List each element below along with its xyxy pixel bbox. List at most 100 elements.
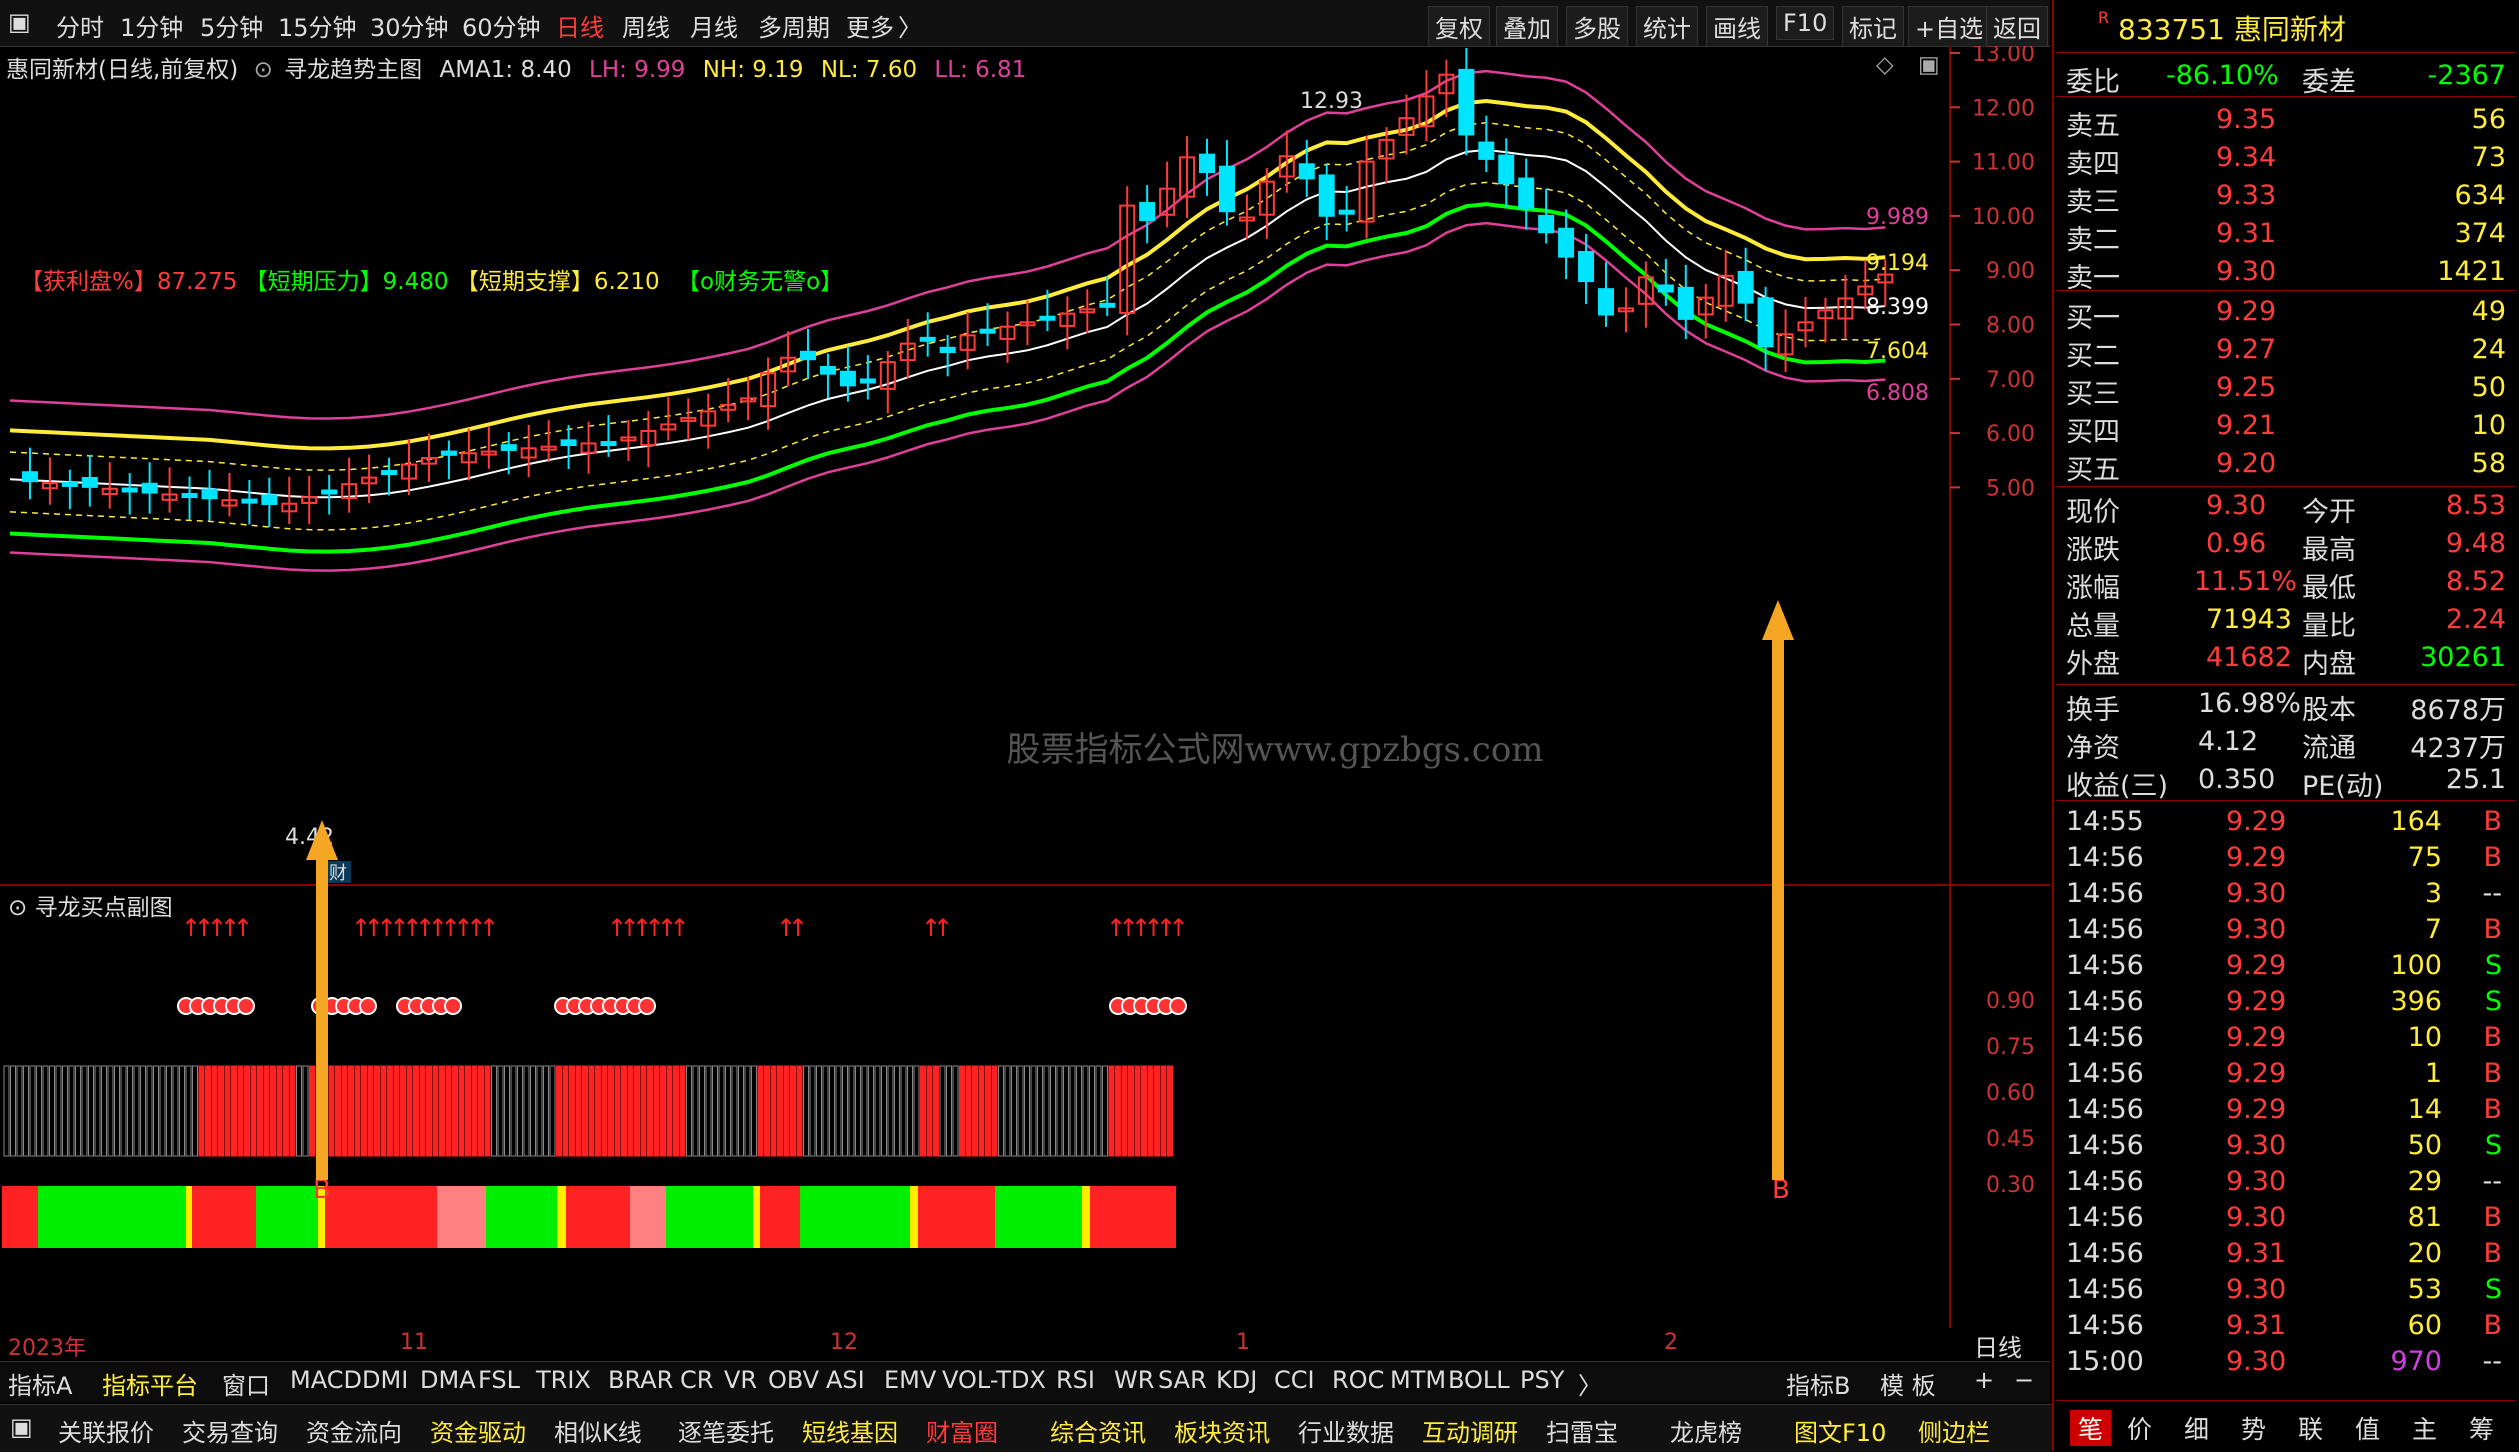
candle-body — [241, 498, 258, 504]
indicator-tab[interactable]: VOL-TDX — [942, 1366, 1046, 1394]
quote-panel-tab[interactable]: 联 — [2298, 1410, 2323, 1446]
back-button[interactable]: 返回 — [1986, 6, 2048, 47]
period-weekly[interactable]: 周线 — [622, 8, 670, 43]
add-watchlist-button[interactable]: +自选 — [1908, 6, 1991, 47]
function-tab[interactable]: 龙虎榜 — [1670, 1413, 1742, 1448]
period-30min[interactable]: 30分钟 — [370, 8, 449, 43]
indicator-tab[interactable]: VR — [724, 1366, 757, 1394]
quote-panel-tab[interactable]: 细 — [2184, 1410, 2209, 1446]
window-menu-icon[interactable]: ▣ — [8, 8, 31, 36]
overlay-button[interactable]: 叠加 — [1496, 6, 1558, 47]
indicator-tab[interactable]: OBV — [768, 1366, 819, 1394]
function-tab[interactable]: 交易查询 — [182, 1413, 278, 1448]
quote-panel-tab[interactable]: 筹 — [2469, 1410, 2494, 1446]
function-tab[interactable]: 关联报价 — [58, 1413, 154, 1448]
tick-time: 15:00 — [2066, 1346, 2144, 1377]
bid-label: 买五 — [2066, 455, 2120, 486]
function-tab[interactable]: 板块资讯 — [1174, 1413, 1270, 1448]
signal-bar — [491, 1065, 497, 1157]
signal-bar — [1160, 1065, 1167, 1157]
function-tab[interactable]: 资金驱动 — [430, 1413, 526, 1448]
signal-bar — [140, 1065, 146, 1157]
draw-line-button[interactable]: 画线 — [1706, 6, 1768, 47]
tick-volume: 1 — [2424, 1058, 2442, 1089]
function-tab[interactable]: 资金流向 — [306, 1413, 402, 1448]
indicator-tab[interactable]: FSL — [478, 1366, 520, 1394]
period-monthly[interactable]: 月线 — [690, 8, 738, 43]
multi-stock-button[interactable]: 多股 — [1566, 6, 1628, 47]
indicator-tab[interactable]: ROC — [1332, 1366, 1384, 1394]
indicator-tab[interactable]: 指标平台 — [102, 1366, 198, 1401]
menu-icon[interactable]: ▣ — [10, 1413, 33, 1441]
indicator-tab[interactable]: BOLL — [1448, 1366, 1510, 1394]
indicator-tab[interactable]: MACD — [290, 1366, 362, 1394]
signal-bar — [185, 1065, 192, 1157]
indicator-tab[interactable]: 指标B — [1786, 1366, 1850, 1401]
candle-body — [121, 487, 138, 493]
indicator-tab[interactable]: 模 板 — [1880, 1366, 1936, 1401]
indicator-tab[interactable]: KDJ — [1216, 1366, 1257, 1394]
signal-bar — [237, 1065, 244, 1157]
signal-bar — [62, 1065, 68, 1157]
period-multi[interactable]: 多周期 — [758, 8, 830, 43]
signal-bar — [23, 1065, 29, 1157]
period-15min[interactable]: 15分钟 — [278, 8, 357, 43]
period-fenshi[interactable]: 分时 — [56, 8, 104, 43]
indicator-tab[interactable]: DMA — [420, 1366, 476, 1394]
period-daily[interactable]: 日线 — [556, 8, 604, 43]
indicator-tab[interactable]: 〉 — [1578, 1366, 1602, 1401]
period-more[interactable]: 更多 — [846, 8, 894, 43]
trend-color-strip — [557, 1186, 566, 1248]
candlestick-chart[interactable]: 13.00 12.00 11.00 10.00 9.00 8.00 7.00 6.00 5.00… — [0, 46, 2050, 886]
watermark: 股票指标公式网www.gpzbgs.com — [1006, 730, 1543, 770]
indicator-tab[interactable]: 窗口 — [222, 1366, 270, 1401]
quote-panel-tab[interactable]: 势 — [2241, 1410, 2266, 1446]
indicator-tab[interactable]: MTM — [1390, 1366, 1446, 1394]
indicator-tab[interactable]: ASI — [826, 1366, 865, 1394]
signal-bar — [205, 1065, 211, 1157]
indicator-tab[interactable]: − — [2014, 1366, 2034, 1394]
mark-button[interactable]: 标记 — [1842, 6, 1904, 47]
indicator-tab[interactable]: BRAR — [608, 1366, 673, 1394]
cai-badge[interactable]: 财 — [329, 863, 347, 884]
quote-panel-tab[interactable]: 笔 — [2070, 1410, 2112, 1446]
function-tab[interactable]: 财富圈 — [926, 1413, 998, 1448]
quote-panel-tab[interactable]: 值 — [2355, 1410, 2380, 1446]
function-tab[interactable]: 相似K线 — [554, 1413, 642, 1448]
indicator-tab[interactable]: WR — [1114, 1366, 1154, 1394]
period-60min[interactable]: 60分钟 — [462, 8, 541, 43]
r-mark: R — [2098, 8, 2110, 27]
function-tab[interactable]: 扫雷宝 — [1546, 1413, 1618, 1448]
function-tab[interactable]: 行业数据 — [1298, 1413, 1394, 1448]
signal-bar — [1167, 1065, 1173, 1157]
candle-body — [1338, 209, 1355, 215]
f10-button[interactable]: F10 — [1776, 6, 1835, 40]
fuquan-button[interactable]: 复权 — [1428, 6, 1490, 47]
indicator-tab[interactable]: 指标A — [8, 1366, 72, 1401]
function-tab[interactable]: 侧边栏 — [1918, 1413, 1990, 1448]
indicator-tab[interactable]: EMV — [884, 1366, 936, 1394]
stats-button[interactable]: 统计 — [1636, 6, 1698, 47]
period-5min[interactable]: 5分钟 — [200, 8, 263, 43]
quote-panel-tab[interactable]: 主 — [2412, 1410, 2437, 1446]
indicator-tab[interactable]: CR — [680, 1366, 713, 1394]
indicator-tab[interactable]: RSI — [1056, 1366, 1095, 1394]
trend-color-strip — [486, 1186, 557, 1248]
buy-point-subchart[interactable]: 0.900.750.600.450.30 ↑↑↑↑↑ ↑↑↑↑↑↑↑↑↑↑↑ ↑↑↑… — [0, 886, 2050, 1328]
indicator-tab[interactable]: PSY — [1520, 1366, 1564, 1394]
indicator-tab[interactable]: CCI — [1274, 1366, 1315, 1394]
signal-bar — [478, 1065, 484, 1157]
function-tab[interactable]: 图文F10 — [1794, 1413, 1886, 1448]
indicator-tab[interactable]: SAR — [1158, 1366, 1207, 1394]
indicator-tab[interactable]: DMI — [362, 1366, 408, 1394]
period-label-button[interactable]: 日线 — [1974, 1328, 2022, 1363]
function-tab[interactable]: 综合资讯 — [1050, 1413, 1146, 1448]
chevron-right-icon[interactable]: 〉 — [898, 8, 922, 43]
period-1min[interactable]: 1分钟 — [120, 8, 183, 43]
function-tab[interactable]: 互动调研 — [1422, 1413, 1518, 1448]
indicator-tab[interactable]: + — [1974, 1366, 1994, 1394]
quote-panel-tab[interactable]: 价 — [2127, 1410, 2152, 1446]
function-tab[interactable]: 短线基因 — [802, 1413, 898, 1448]
indicator-tab[interactable]: TRIX — [536, 1366, 591, 1394]
function-tab[interactable]: 逐笔委托 — [678, 1413, 774, 1448]
